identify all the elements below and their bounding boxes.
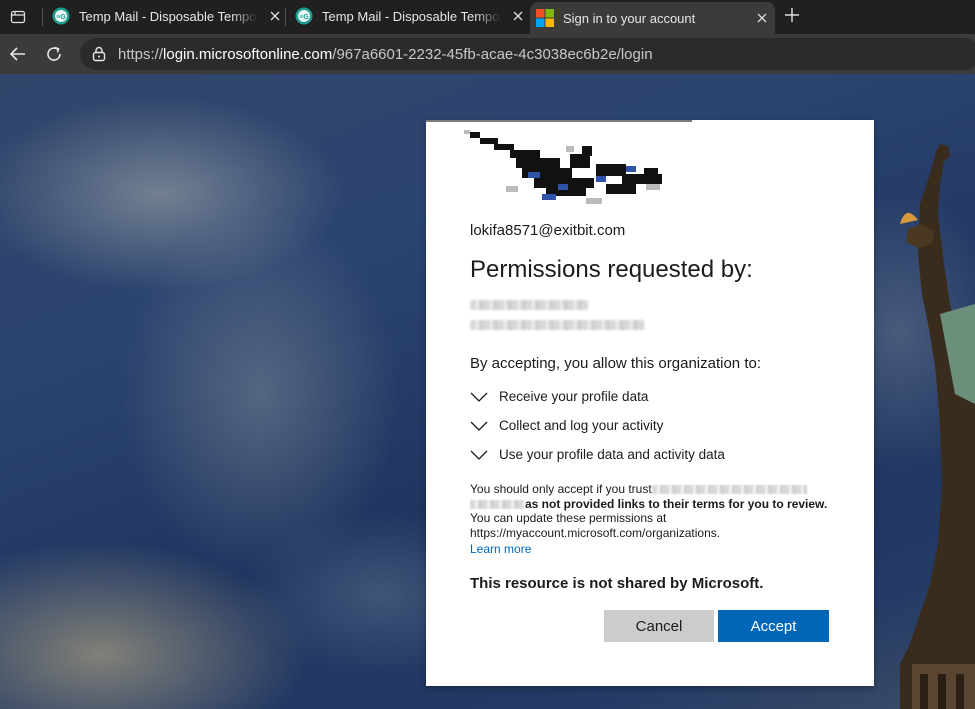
tab-separator: [42, 8, 43, 26]
chevron-down-icon: [470, 449, 488, 461]
url-path: /967a6601-2232-45fb-acae-4c3038ec6b2e/lo…: [332, 45, 653, 63]
account-email: lokifa8571@exitbit.com: [470, 222, 626, 239]
redacted-text: [470, 499, 525, 509]
new-tab-button[interactable]: [781, 4, 803, 26]
tab-separator: [285, 8, 286, 26]
permissions-list: Receive your profile data Collect and lo…: [470, 382, 725, 469]
svg-text:≡G: ≡G: [56, 14, 66, 21]
redacted-logo: [464, 130, 662, 204]
refresh-icon: [47, 46, 61, 61]
plus-icon: [785, 8, 799, 22]
tab-temp-mail-2[interactable]: ≡G Temp Mail - Disposable Temporary Emai…: [289, 2, 527, 30]
close-icon: [513, 11, 523, 21]
accept-button[interactable]: Accept: [718, 610, 829, 642]
url-prefix: https://: [118, 45, 164, 63]
close-icon: [757, 13, 767, 23]
tab-actions-icon: [10, 10, 26, 24]
permission-item[interactable]: Use your profile data and activity data: [470, 440, 725, 469]
close-icon: [270, 11, 280, 21]
back-button[interactable]: [6, 42, 30, 66]
tab-title: Sign in to your account: [563, 10, 696, 26]
arrow-left-icon: [9, 47, 25, 61]
chevron-down-icon: [470, 420, 488, 432]
chevron-down-icon: [470, 391, 488, 403]
permission-label: Receive your profile data: [499, 389, 649, 404]
browser-toolbar: https://login.microsoftonline.com/967a66…: [0, 34, 975, 74]
redacted-text: [651, 485, 807, 495]
temp-mail-favicon-icon: ≡G: [295, 7, 313, 25]
lock-icon[interactable]: [90, 45, 108, 63]
redacted-org-domain: [470, 320, 645, 330]
url-host: login.microsoftonline.com: [163, 45, 333, 63]
address-bar[interactable]: https://login.microsoftonline.com/967a66…: [80, 38, 975, 70]
notice-bold: as not provided links to their terms for…: [525, 496, 828, 511]
tab-close-button[interactable]: [509, 7, 527, 25]
url-text: https://login.microsoftonline.com/967a66…: [118, 46, 653, 63]
svg-text:≡G: ≡G: [299, 14, 309, 21]
notice-part2: You can update these permissions at http…: [470, 511, 721, 540]
tab-close-button[interactable]: [266, 7, 284, 25]
notice-part1: You should only accept if you trust: [470, 482, 652, 496]
permissions-dialog: lokifa8571@exitbit.com Permissions reque…: [426, 120, 874, 686]
tab-title: Temp Mail - Disposable Temporary Email: [322, 8, 501, 24]
tab-actions-button[interactable]: [0, 0, 36, 34]
cancel-button[interactable]: Cancel: [604, 610, 714, 642]
resource-note: This resource is not shared by Microsoft…: [470, 575, 764, 592]
statue-of-liberty-image: [900, 144, 975, 709]
permission-item[interactable]: Collect and log your activity: [470, 411, 725, 440]
progress-line: [426, 120, 692, 122]
tab-strip: ≡G Temp Mail - Disposable Temporary Emai…: [0, 0, 975, 34]
permission-label: Use your profile data and activity data: [499, 447, 725, 462]
permission-label: Collect and log your activity: [499, 418, 664, 433]
redacted-org-name: [470, 300, 588, 310]
allow-text: By accepting, you allow this organizatio…: [470, 355, 761, 372]
tab-sign-in[interactable]: Sign in to your account: [530, 2, 775, 34]
tab-title: Temp Mail - Disposable Temporary Email: [79, 8, 258, 24]
temp-mail-favicon-icon: ≡G: [52, 7, 70, 25]
permission-item[interactable]: Receive your profile data: [470, 382, 725, 411]
page-title: Permissions requested by:: [470, 256, 753, 283]
refresh-button[interactable]: [42, 42, 66, 66]
learn-more-link[interactable]: Learn more: [470, 542, 531, 556]
tab-temp-mail-1[interactable]: ≡G Temp Mail - Disposable Temporary Emai…: [46, 2, 284, 30]
tab-close-button[interactable]: [753, 9, 771, 27]
trust-notice: You should only accept if you trust as n…: [470, 482, 840, 540]
microsoft-logo-icon: [536, 9, 554, 27]
